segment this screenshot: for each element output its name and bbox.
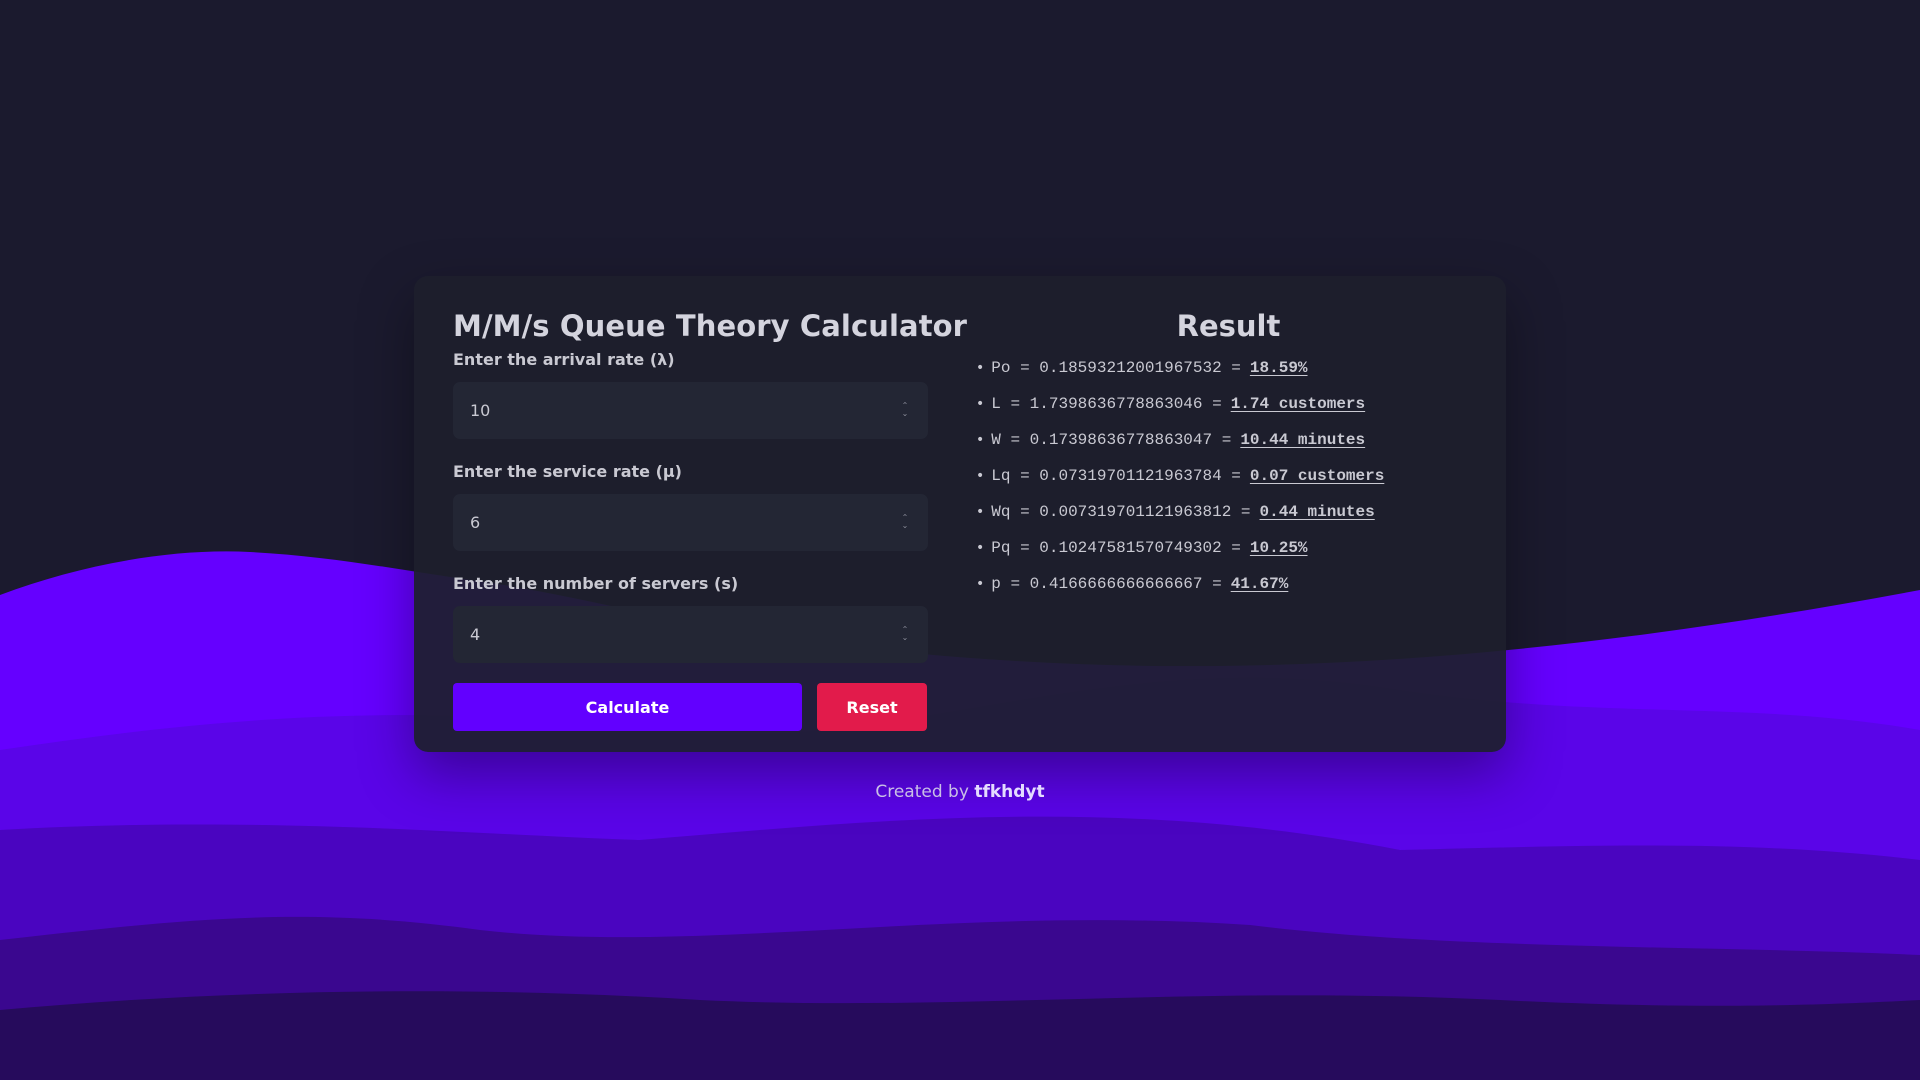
result-title: Result: [1176, 309, 1281, 343]
result-item-pq: • Pq = 0.10247581570749302 = 10.25%: [976, 530, 1496, 566]
result-value: 41.67%: [1230, 575, 1289, 593]
result-expression: Wq = 0.007319701121963812 =: [991, 503, 1251, 521]
result-value: 1.74 customers: [1230, 395, 1366, 413]
result-expression: Lq = 0.07319701121963784 =: [991, 467, 1241, 485]
input-panel: M/M/s Queue Theory Calculator Enter the …: [453, 306, 968, 731]
servers-input[interactable]: [453, 606, 928, 663]
spinner-icon[interactable]: ⌃ ⌄: [900, 401, 910, 420]
result-item-po: • Po = 0.18593212001967532 = 18.59%: [976, 350, 1496, 386]
bullet-icon: •: [976, 540, 985, 556]
result-item-w: • W = 0.17398636778863047 = 10.44 minute…: [976, 422, 1496, 458]
arrival-rate-input[interactable]: [453, 382, 928, 439]
result-expression: Po = 0.18593212001967532 =: [991, 359, 1241, 377]
result-value: 10.44 minutes: [1240, 431, 1366, 449]
bullet-icon: •: [976, 360, 985, 376]
result-value: 0.44 minutes: [1259, 503, 1375, 521]
result-value: 0.07 customers: [1249, 467, 1385, 485]
result-expression: Pq = 0.10247581570749302 =: [991, 539, 1241, 557]
page-title: M/M/s Queue Theory Calculator: [453, 309, 968, 343]
calculator-card: M/M/s Queue Theory Calculator Enter the …: [414, 276, 1506, 752]
service-rate-input[interactable]: [453, 494, 928, 551]
bullet-icon: •: [976, 576, 985, 592]
bullet-icon: •: [976, 396, 985, 412]
spinner-icon[interactable]: ⌃ ⌄: [900, 625, 910, 644]
bullet-icon: •: [976, 432, 985, 448]
result-value: 10.25%: [1249, 539, 1308, 557]
footer-prefix: Created by: [875, 782, 969, 802]
reset-button[interactable]: Reset: [817, 683, 927, 731]
author-link[interactable]: tfkhdyt: [974, 782, 1044, 802]
spinner-icon[interactable]: ⌃ ⌄: [900, 513, 910, 532]
servers-field: ⌃⌄: [453, 606, 928, 663]
result-expression: W = 0.17398636778863047 =: [991, 431, 1232, 449]
arrival-rate-label: Enter the arrival rate (λ): [453, 350, 675, 369]
result-item-lq: • Lq = 0.07319701121963784 = 0.07 custom…: [976, 458, 1496, 494]
service-rate-label: Enter the service rate (μ): [453, 462, 682, 481]
footer: Created by tfkhdyt: [0, 780, 1920, 804]
bullet-icon: •: [976, 504, 985, 520]
arrival-rate-field: ⌃⌄: [453, 382, 928, 439]
calculate-button[interactable]: Calculate: [453, 683, 802, 731]
result-value: 18.59%: [1249, 359, 1308, 377]
result-item-l: • L = 1.7398636778863046 = 1.74 customer…: [976, 386, 1496, 422]
service-rate-field: ⌃⌄: [453, 494, 928, 551]
result-item-p: • p = 0.4166666666666667 = 41.67%: [976, 566, 1496, 602]
result-expression: p = 0.4166666666666667 =: [991, 575, 1222, 593]
result-expression: L = 1.7398636778863046 =: [991, 395, 1222, 413]
servers-label: Enter the number of servers (s): [453, 574, 739, 593]
bullet-icon: •: [976, 468, 985, 484]
result-panel: Result • Po = 0.18593212001967532 = 18.5…: [976, 306, 1496, 602]
button-row: Calculate Reset: [453, 683, 928, 731]
result-list: • Po = 0.18593212001967532 = 18.59% • L …: [976, 350, 1496, 602]
result-item-wq: • Wq = 0.007319701121963812 = 0.44 minut…: [976, 494, 1496, 530]
